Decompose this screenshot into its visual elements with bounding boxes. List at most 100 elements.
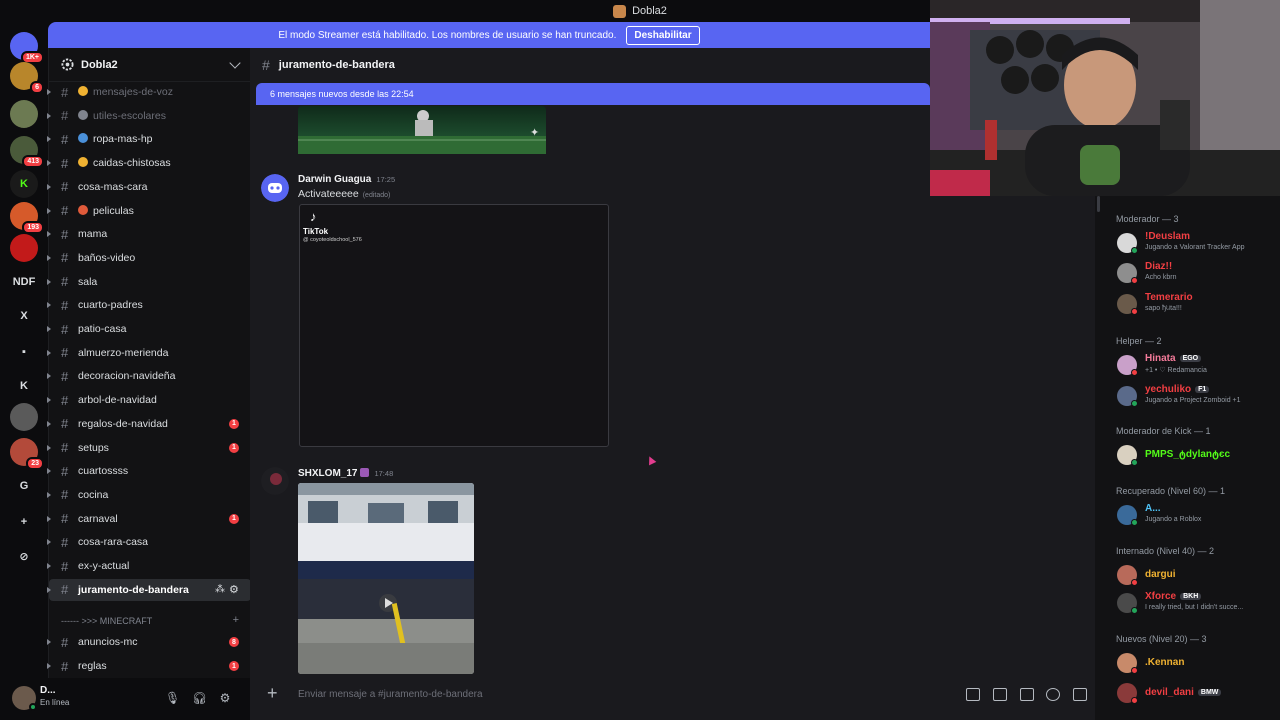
- member-item[interactable]: Hinata EGO +1 • ♡ Redamancia: [1095, 350, 1280, 380]
- channel-anuncios-mc[interactable]: # anuncios-mc 8: [47, 631, 251, 653]
- discord-icon[interactable]: 1K+: [10, 32, 44, 64]
- channel-cosa-rara-casa[interactable]: # cosa-rara-casa: [47, 531, 251, 553]
- channel-baños-video[interactable]: # baños-video: [47, 247, 251, 269]
- channel-utiles-escolares[interactable]: # utiles-escolares: [47, 105, 251, 127]
- collapse-arrow-icon[interactable]: [47, 444, 51, 451]
- channel-juramento-de-bandera[interactable]: # juramento-de-bandera ⁂ ⚙︎: [47, 578, 251, 601]
- message-author[interactable]: SHXLOM_17: [298, 468, 357, 479]
- server-icon-1[interactable]: 6: [10, 62, 44, 94]
- channel-peliculas[interactable]: # peliculas: [47, 200, 251, 222]
- member-item[interactable]: dargui: [1095, 560, 1280, 590]
- sticker-icon[interactable]: [1020, 688, 1034, 701]
- composer-placeholder[interactable]: Enviar mensaje a #juramento-de-bandera: [298, 689, 483, 700]
- text-icon[interactable]: NDF: [10, 268, 38, 296]
- server-icon-3[interactable]: 413: [10, 136, 44, 168]
- settings-gear-icon[interactable]: ⚙︎: [218, 691, 232, 705]
- category-minecraft[interactable]: ------ >>> MINECRAFT +: [49, 614, 251, 630]
- collapse-arrow-icon[interactable]: [47, 639, 51, 645]
- collapse-arrow-icon[interactable]: [47, 112, 51, 119]
- collapse-arrow-icon[interactable]: [47, 349, 51, 356]
- collapse-arrow-icon[interactable]: [47, 563, 51, 569]
- member-list-scrollbar[interactable]: [1097, 196, 1100, 212]
- member-item[interactable]: Temerario sapo ђ੫ta!!!: [1095, 289, 1280, 319]
- collapse-arrow-icon[interactable]: [47, 183, 51, 190]
- apps-icon[interactable]: [1073, 688, 1087, 701]
- member-item[interactable]: Xforce BKH I really tried, but I didn't su…: [1095, 588, 1280, 618]
- member-item[interactable]: PMPS_ტdylanტєc: [1095, 440, 1280, 470]
- k-icon[interactable]: K: [10, 170, 38, 198]
- collapse-arrow-icon[interactable]: [47, 231, 51, 238]
- member-item[interactable]: !Deuslam Jugando a Valorant Tracker App: [1095, 228, 1280, 258]
- collapse-arrow-icon[interactable]: [47, 491, 51, 498]
- avatar[interactable]: [261, 174, 289, 202]
- collapse-arrow-icon[interactable]: [47, 326, 51, 332]
- collapse-arrow-icon[interactable]: [47, 539, 51, 546]
- microphone-icon[interactable]: 🎙︎: [165, 691, 180, 705]
- channel-almuerzo-merienda[interactable]: # almuerzo-merienda: [47, 342, 251, 364]
- message-composer[interactable]: + Enviar mensaje a #juramento-de-bandera: [260, 680, 1095, 710]
- collapse-arrow-icon[interactable]: [47, 207, 51, 214]
- avatar[interactable]: [261, 467, 289, 495]
- channel-arbol-de-navidad[interactable]: # arbol-de-navidad: [47, 389, 251, 411]
- collapse-arrow-icon[interactable]: [47, 254, 51, 261]
- x-icon[interactable]: X: [10, 302, 38, 330]
- channel-reglas[interactable]: # reglas 1: [47, 655, 251, 677]
- channel-sala[interactable]: # sala: [47, 271, 251, 293]
- member-item[interactable]: yechuliko F1 Jugando a Project Zomboid +1: [1095, 381, 1280, 411]
- server-header[interactable]: Dobla2: [49, 48, 251, 82]
- member-item[interactable]: A... Jugando a Roblox: [1095, 500, 1280, 530]
- member-item[interactable]: devil_dani BMW: [1095, 678, 1280, 708]
- collapse-arrow-icon[interactable]: [47, 515, 51, 522]
- channel-setups[interactable]: # setups 1: [47, 437, 251, 459]
- chevron-down-icon[interactable]: [229, 57, 241, 69]
- add-channel-icon[interactable]: +: [233, 614, 239, 626]
- server-icon-6[interactable]: [10, 234, 38, 262]
- channel-mama[interactable]: # mama: [47, 223, 251, 245]
- server-icon-12[interactable]: 23: [10, 438, 44, 470]
- channel-caidas-chistosas[interactable]: # caidas-chistosas: [47, 152, 251, 174]
- collapse-arrow-icon[interactable]: [47, 278, 51, 285]
- folder-icon[interactable]: ▪: [10, 338, 38, 366]
- server-icon-11[interactable]: [10, 403, 38, 431]
- collapse-arrow-icon[interactable]: [47, 136, 51, 143]
- collapse-arrow-icon[interactable]: [47, 160, 51, 167]
- k-icon[interactable]: K: [10, 372, 38, 400]
- channel-patio-casa[interactable]: # patio-casa: [47, 318, 251, 340]
- server-icon-2[interactable]: [10, 100, 38, 128]
- collapse-arrow-icon[interactable]: [47, 663, 51, 669]
- gift-icon[interactable]: [966, 688, 980, 701]
- g-icon[interactable]: G: [10, 472, 38, 500]
- channel-ropa-mas-hp[interactable]: # ropa-mas-hp: [47, 128, 251, 150]
- collapse-arrow-icon[interactable]: [47, 302, 51, 309]
- ceremony-photo-attachment[interactable]: [298, 483, 474, 674]
- previous-attachment-image[interactable]: ✦: [298, 106, 546, 154]
- explore-icon[interactable]: ⊘: [10, 542, 38, 570]
- username[interactable]: D...: [40, 685, 56, 696]
- channel-mensajes-de-voz[interactable]: # mensajes-de-voz: [47, 81, 251, 103]
- add-member-icon[interactable]: ⁂: [215, 584, 225, 595]
- channel-decoracion-navideña[interactable]: # decoracion-navideña: [47, 365, 251, 387]
- channel-cosa-mas-cara[interactable]: # cosa-mas-cara: [47, 176, 251, 198]
- server-icon-5[interactable]: 193: [10, 202, 44, 234]
- channel-ex-y-actual[interactable]: # ex-y-actual: [47, 555, 251, 577]
- channel-regalos-de-navidad[interactable]: # regalos-de-navidad 1: [47, 413, 251, 435]
- collapse-arrow-icon[interactable]: [47, 586, 51, 593]
- channel-cuarto-padres[interactable]: # cuarto-padres: [47, 294, 251, 316]
- channel-settings-icon[interactable]: ⚙︎: [229, 583, 239, 596]
- channel-cocina[interactable]: # cocina: [47, 484, 251, 506]
- add-server-icon[interactable]: +: [10, 508, 38, 536]
- member-item[interactable]: Diaz!! Acho kbrn: [1095, 258, 1280, 288]
- add-attachment-icon[interactable]: +: [267, 683, 278, 704]
- collapse-arrow-icon[interactable]: [47, 468, 51, 475]
- collapse-arrow-icon[interactable]: [47, 373, 51, 380]
- channel-cuartossss[interactable]: # cuartossss: [47, 460, 251, 482]
- headphones-icon[interactable]: 🎧︎: [192, 691, 207, 705]
- channel-carnaval[interactable]: # carnaval 1: [47, 508, 251, 530]
- gif-icon[interactable]: [993, 688, 1007, 701]
- collapse-arrow-icon[interactable]: [47, 420, 51, 427]
- collapse-arrow-icon[interactable]: [47, 397, 51, 404]
- collapse-arrow-icon[interactable]: [47, 89, 51, 95]
- tiktok-video-embed[interactable]: ♪ TikTok @ coyoteoldschool_576: [299, 204, 609, 447]
- member-item[interactable]: .Kennan: [1095, 648, 1280, 678]
- emoji-icon[interactable]: [1046, 688, 1060, 701]
